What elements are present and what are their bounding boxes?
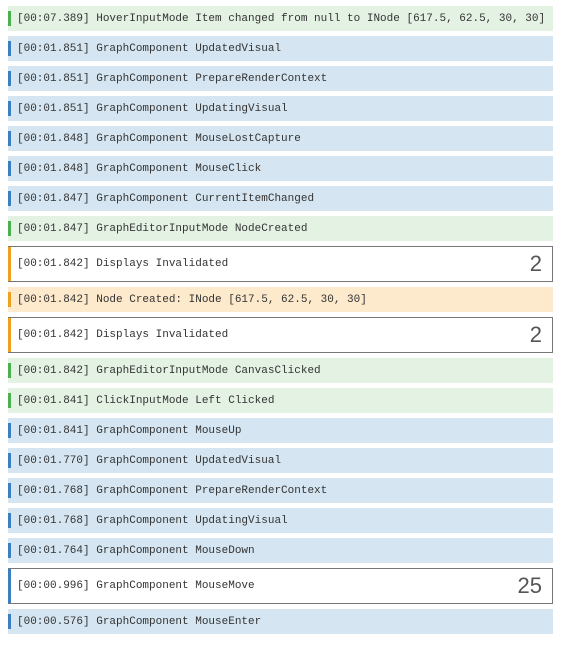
log-message: [00:01.842] Displays Invalidated (17, 258, 526, 270)
log-message: [00:01.768] GraphComponent UpdatingVisua… (17, 515, 547, 527)
category-bar-blue (8, 513, 11, 528)
log-entry[interactable]: [00:01.848] GraphComponent MouseClick (8, 156, 553, 181)
log-message: [00:00.996] GraphComponent MouseMove (17, 580, 514, 592)
category-bar-blue (8, 569, 11, 603)
log-entry[interactable]: [00:01.764] GraphComponent MouseDown (8, 538, 553, 563)
log-entry[interactable]: [00:01.851] GraphComponent PrepareRender… (8, 66, 553, 91)
log-entry[interactable]: [00:00.576] GraphComponent MouseEnter (8, 609, 553, 634)
log-message: [00:01.848] GraphComponent MouseLostCapt… (17, 133, 547, 145)
log-entry[interactable]: [00:01.851] GraphComponent UpdatedVisual (8, 36, 553, 61)
log-entry[interactable]: [00:07.389] HoverInputMode Item changed … (8, 6, 553, 31)
category-bar-blue (8, 453, 11, 468)
log-message: [00:01.842] Node Created: INode [617.5, … (17, 294, 547, 306)
log-entry[interactable]: [00:01.841] GraphComponent MouseUp (8, 418, 553, 443)
log-message: [00:01.841] GraphComponent MouseUp (17, 425, 547, 437)
repeat-count-badge: 2 (526, 253, 546, 275)
log-entry[interactable]: [00:01.842] Displays Invalidated2 (8, 246, 553, 282)
category-bar-blue (8, 543, 11, 558)
log-message: [00:01.847] GraphEditorInputMode NodeCre… (17, 223, 547, 235)
log-entry[interactable]: [00:01.848] GraphComponent MouseLostCapt… (8, 126, 553, 151)
log-message: [00:01.847] GraphComponent CurrentItemCh… (17, 193, 547, 205)
category-bar-blue (8, 161, 11, 176)
log-entry[interactable]: [00:01.842] Displays Invalidated2 (8, 317, 553, 353)
log-entry[interactable]: [00:01.841] ClickInputMode Left Clicked (8, 388, 553, 413)
category-bar-blue (8, 71, 11, 86)
category-bar-orange (8, 247, 11, 281)
repeat-count-badge: 25 (514, 575, 546, 597)
category-bar-green (8, 363, 11, 378)
category-bar-blue (8, 101, 11, 116)
log-message: [00:07.389] HoverInputMode Item changed … (17, 13, 547, 25)
log-entry[interactable]: [00:01.842] GraphEditorInputMode CanvasC… (8, 358, 553, 383)
log-message: [00:01.764] GraphComponent MouseDown (17, 545, 547, 557)
category-bar-blue (8, 614, 11, 629)
repeat-count-badge: 2 (526, 324, 546, 346)
log-message: [00:01.851] GraphComponent PrepareRender… (17, 73, 547, 85)
log-message: [00:01.841] ClickInputMode Left Clicked (17, 395, 547, 407)
log-message: [00:01.851] GraphComponent UpdatedVisual (17, 43, 547, 55)
log-entry[interactable]: [00:00.996] GraphComponent MouseMove25 (8, 568, 553, 604)
category-bar-orange (8, 292, 11, 307)
category-bar-orange (8, 318, 11, 352)
category-bar-blue (8, 483, 11, 498)
log-message: [00:01.848] GraphComponent MouseClick (17, 163, 547, 175)
category-bar-green (8, 11, 11, 26)
log-entry[interactable]: [00:01.842] Node Created: INode [617.5, … (8, 287, 553, 312)
log-message: [00:01.770] GraphComponent UpdatedVisual (17, 455, 547, 467)
log-entry[interactable]: [00:01.768] GraphComponent PrepareRender… (8, 478, 553, 503)
log-entry[interactable]: [00:01.770] GraphComponent UpdatedVisual (8, 448, 553, 473)
log-event-list: [00:07.389] HoverInputMode Item changed … (8, 6, 553, 634)
log-message: [00:01.842] GraphEditorInputMode CanvasC… (17, 365, 547, 377)
category-bar-blue (8, 131, 11, 146)
category-bar-green (8, 221, 11, 236)
category-bar-green (8, 393, 11, 408)
log-message: [00:01.851] GraphComponent UpdatingVisua… (17, 103, 547, 115)
category-bar-blue (8, 41, 11, 56)
log-entry[interactable]: [00:01.851] GraphComponent UpdatingVisua… (8, 96, 553, 121)
category-bar-blue (8, 191, 11, 206)
log-message: [00:01.842] Displays Invalidated (17, 329, 526, 341)
log-entry[interactable]: [00:01.847] GraphComponent CurrentItemCh… (8, 186, 553, 211)
category-bar-blue (8, 423, 11, 438)
log-entry[interactable]: [00:01.847] GraphEditorInputMode NodeCre… (8, 216, 553, 241)
log-entry[interactable]: [00:01.768] GraphComponent UpdatingVisua… (8, 508, 553, 533)
log-message: [00:00.576] GraphComponent MouseEnter (17, 616, 547, 628)
log-message: [00:01.768] GraphComponent PrepareRender… (17, 485, 547, 497)
